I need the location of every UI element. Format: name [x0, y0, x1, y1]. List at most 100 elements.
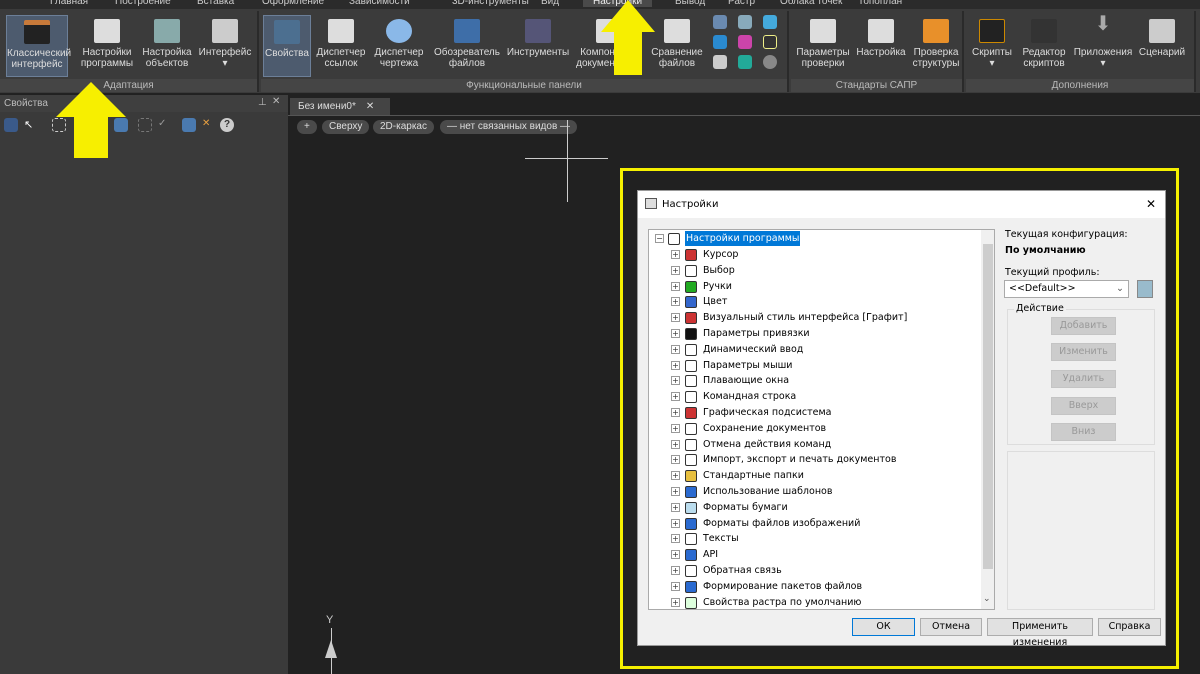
check-params-button[interactable]: Параметры проверки: [793, 15, 853, 77]
expand-icon[interactable]: +: [671, 297, 680, 307]
ucs-y-label: Y: [326, 614, 334, 626]
deselect-icon[interactable]: ✓: [158, 118, 172, 132]
compare-files-button[interactable]: Сравнение файлов: [647, 15, 707, 77]
tab-3[interactable]: Оформление: [262, 0, 324, 7]
ok-button[interactable]: ОК: [852, 618, 915, 636]
settings-tree[interactable]: − Настройки программы + Курсор + Выбор + Ручк…: [648, 229, 995, 610]
expand-icon[interactable]: +: [671, 344, 680, 354]
description-area: [1007, 451, 1155, 610]
delete-button[interactable]: Удалить: [1051, 370, 1116, 388]
expand-icon[interactable]: +: [671, 376, 680, 386]
expand-icon[interactable]: +: [671, 360, 680, 370]
spellcheck-icon[interactable]: [713, 55, 727, 69]
footprint-icon[interactable]: [738, 15, 752, 29]
expand-icon[interactable]: +: [671, 518, 680, 528]
up-button[interactable]: Вверх: [1051, 397, 1116, 415]
apply-button[interactable]: Применить изменения: [987, 618, 1093, 648]
expand-icon[interactable]: +: [671, 471, 680, 481]
tab-4[interactable]: Зависимости: [349, 0, 410, 7]
expand-icon[interactable]: +: [671, 392, 680, 402]
expand-icon[interactable]: +: [671, 265, 680, 275]
person-icon[interactable]: [713, 35, 727, 49]
expand-icon[interactable]: +: [671, 550, 680, 560]
select-window-icon[interactable]: [52, 118, 66, 132]
tab-9[interactable]: Растр: [728, 0, 755, 7]
expand-icon[interactable]: +: [671, 329, 680, 338]
tree-item-icon: [685, 438, 697, 451]
linked-views-button[interactable]: — нет связанных видов —: [440, 120, 578, 134]
filter-icon[interactable]: [763, 15, 777, 29]
expand-icon[interactable]: +: [671, 566, 680, 575]
expand-icon[interactable]: +: [671, 281, 680, 291]
tab-6[interactable]: Вид: [541, 0, 559, 7]
edit-button[interactable]: Изменить: [1051, 343, 1116, 361]
expand-icon[interactable]: +: [671, 534, 680, 544]
expand-icon[interactable]: +: [671, 250, 680, 259]
tools-button[interactable]: Инструменты: [505, 15, 571, 77]
sliders-icon: [94, 19, 120, 43]
viewport-menu-button[interactable]: +: [297, 120, 317, 134]
applications-button[interactable]: ⬇ Приложения ▾: [1072, 14, 1134, 77]
scripts-button[interactable]: Скрипты ▾: [968, 15, 1016, 77]
sphere-icon[interactable]: [763, 55, 777, 69]
quick-select-icon[interactable]: [114, 118, 128, 132]
file-browser-button[interactable]: Обозреватель файлов: [429, 15, 505, 77]
bulb-icon[interactable]: [763, 35, 777, 49]
cancel-button[interactable]: Отмена: [920, 618, 982, 636]
close-icon[interactable]: ✕: [272, 96, 280, 107]
view-direction-button[interactable]: Сверху: [322, 120, 370, 134]
visual-style-button[interactable]: 2D-каркас: [373, 120, 434, 134]
teapot-icon[interactable]: [713, 15, 727, 29]
scrollbar-thumb[interactable]: [983, 244, 993, 569]
add-select-icon[interactable]: [4, 118, 18, 132]
tree-scrollbar[interactable]: ⌄: [981, 230, 994, 609]
network-icon[interactable]: [738, 35, 752, 49]
expand-icon[interactable]: +: [671, 455, 680, 465]
tab-1[interactable]: Построение: [115, 0, 171, 7]
expand-icon[interactable]: +: [671, 313, 680, 323]
tab-5[interactable]: 3D-инструменты: [452, 0, 529, 7]
expand-icon[interactable]: +: [671, 408, 680, 417]
tab-10[interactable]: Облака точек: [780, 0, 842, 7]
close-dialog-icon[interactable]: ✕: [1146, 197, 1156, 211]
expand-icon[interactable]: +: [671, 439, 680, 449]
down-button[interactable]: Вниз: [1051, 423, 1116, 441]
cad-settings-button[interactable]: Настройка: [853, 15, 909, 77]
expand-icon[interactable]: +: [671, 423, 680, 433]
xref-manager-button[interactable]: Диспетчер ссылок: [313, 15, 369, 77]
expand-icon[interactable]: +: [671, 581, 680, 591]
document-tab[interactable]: Без имени0* ✕: [290, 98, 390, 115]
help-button[interactable]: Справка: [1098, 618, 1161, 636]
tree-item-icon: [685, 596, 697, 609]
pdf-icon[interactable]: [738, 55, 752, 69]
script-editor-button[interactable]: Редактор скриптов: [1016, 15, 1072, 77]
tab-11[interactable]: Топоплан: [858, 0, 902, 7]
scenario-button[interactable]: Сценарий: [1134, 15, 1190, 77]
tab-2[interactable]: Вставка: [197, 0, 234, 7]
pin-icon[interactable]: ⊥: [258, 97, 267, 108]
help-icon[interactable]: ?: [220, 118, 234, 132]
expand-icon[interactable]: +: [671, 487, 680, 496]
program-settings-button[interactable]: Настройки программы: [76, 15, 138, 77]
collapse-icon[interactable]: −: [655, 234, 664, 243]
expand-icon[interactable]: +: [671, 502, 680, 512]
add-button[interactable]: Добавить: [1051, 317, 1116, 335]
tab-0[interactable]: Главная: [50, 0, 88, 7]
clear-selection-icon[interactable]: ✕: [202, 118, 216, 132]
profile-manage-icon[interactable]: [1137, 280, 1153, 298]
profile-select[interactable]: <<Default>> ⌄: [1004, 280, 1129, 298]
check-structure-button[interactable]: Проверка структуры: [909, 15, 963, 77]
pickadd-icon[interactable]: [182, 118, 196, 132]
select-similar-icon[interactable]: [138, 118, 152, 132]
expand-icon[interactable]: +: [671, 597, 680, 607]
tab-8[interactable]: Вывод: [675, 0, 705, 7]
close-tab-icon[interactable]: ✕: [366, 101, 374, 112]
classic-interface-button[interactable]: Классический интерфейс: [6, 15, 71, 77]
object-settings-button[interactable]: Настройка объектов: [136, 15, 198, 77]
drawing-manager-button[interactable]: Диспетчер чертежа: [371, 15, 427, 77]
scroll-down-icon[interactable]: ⌄: [983, 594, 991, 604]
properties-button[interactable]: Свойства: [263, 15, 311, 77]
panel-label: Стандарты САПР: [791, 79, 962, 92]
cursor-icon[interactable]: ↖: [24, 118, 38, 132]
interface-button[interactable]: Интерфейс ▾: [194, 15, 256, 77]
